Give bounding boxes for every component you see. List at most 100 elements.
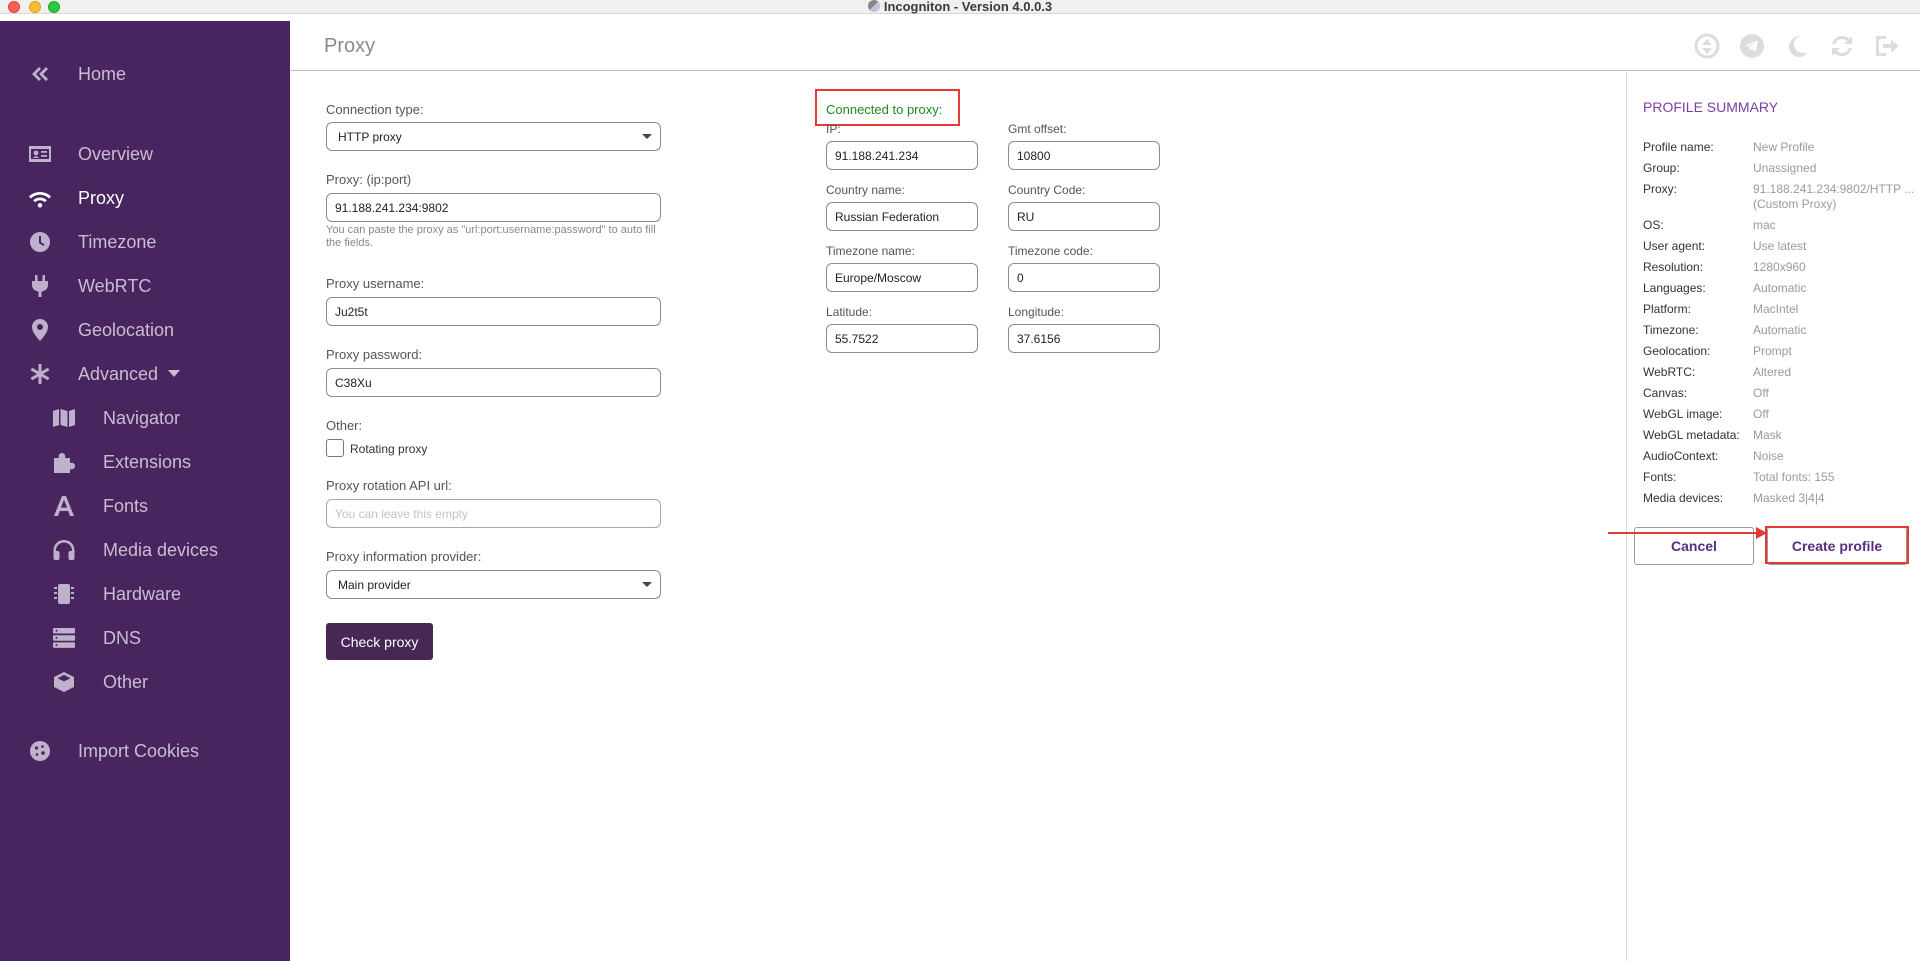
annotation-arrow — [1608, 532, 1760, 534]
summary-value: Use latest — [1753, 239, 1807, 253]
sidebar-item-advanced[interactable]: Advanced — [0, 357, 290, 391]
sidebar-item-webrtc[interactable]: WebRTC — [0, 269, 290, 303]
summary-value: Prompt — [1753, 344, 1792, 358]
cookie-icon — [27, 738, 53, 764]
recycle-icon[interactable] — [1693, 32, 1721, 60]
sidebar-item-media-devices[interactable]: Media devices — [0, 533, 290, 567]
summary-key: AudioContext: — [1643, 449, 1719, 463]
summary-key: Timezone: — [1643, 323, 1699, 337]
country-code-input[interactable]: RU — [1008, 202, 1160, 231]
summary-value: Off — [1753, 407, 1769, 421]
headphones-icon — [51, 537, 77, 563]
sidebar-item-label: Timezone — [78, 231, 157, 252]
highlight-box — [815, 89, 960, 126]
timezone-name-input[interactable]: Europe/Moscow — [826, 263, 978, 292]
sidebar-item-label: DNS — [103, 627, 142, 648]
summary-value: Noise — [1753, 449, 1784, 463]
summary-key: Profile name: — [1643, 140, 1714, 154]
sidebar-item-label: Geolocation — [78, 319, 175, 340]
longitude-input[interactable]: 37.6156 — [1008, 324, 1160, 353]
latitude-input[interactable]: 55.7522 — [826, 324, 978, 353]
sidebar-item-timezone[interactable]: Timezone — [0, 225, 290, 259]
logout-icon[interactable] — [1873, 32, 1901, 60]
map-icon — [51, 405, 77, 431]
proxy-password-input[interactable]: C38Xu — [326, 368, 661, 397]
info-provider-select[interactable]: Main provider — [326, 570, 661, 599]
sidebar-item-extensions[interactable]: Extensions — [0, 445, 290, 479]
sidebar-item-dns[interactable]: DNS — [0, 621, 290, 655]
summary-key: Languages: — [1643, 281, 1706, 295]
connection-type-label: Connection type: — [326, 102, 424, 117]
page-title: Proxy — [324, 35, 376, 57]
summary-value: Mask — [1753, 428, 1782, 442]
sidebar-item-navigator[interactable]: Navigator — [0, 401, 290, 435]
sidebar-item-label: Hardware — [103, 583, 182, 604]
rotating-proxy-checkbox[interactable] — [326, 439, 344, 457]
gmt-offset-value: 10800 — [1017, 148, 1051, 163]
page-header: Proxy — [290, 14, 1920, 71]
sidebar-item-import-cookies[interactable]: Import Cookies — [0, 734, 290, 768]
sidebar-item-overview[interactable]: Overview — [0, 137, 290, 171]
sidebar-item-geolocation[interactable]: Geolocation — [0, 313, 290, 347]
asterisk-icon — [27, 361, 53, 387]
proxy-password-label: Proxy password: — [326, 347, 423, 362]
sidebar-item-label: Extensions — [103, 451, 192, 472]
ip-input[interactable]: 91.188.241.234 — [826, 141, 978, 170]
sidebar-item-label: WebRTC — [78, 275, 152, 296]
arrow-head-icon — [1756, 527, 1767, 539]
moon-icon[interactable] — [1783, 32, 1811, 60]
profile-summary-title: PROFILE SUMMARY — [1643, 99, 1779, 115]
proxy-username-label: Proxy username: — [326, 276, 425, 291]
country-code-value: RU — [1017, 209, 1035, 224]
sidebar-item-label: Media devices — [103, 539, 219, 560]
summary-key: WebGL image: — [1643, 407, 1723, 421]
timezone-code-input[interactable]: 0 — [1008, 263, 1160, 292]
double-chevron-left-icon — [27, 61, 53, 87]
check-proxy-button[interactable]: Check proxy — [326, 623, 433, 660]
caret-down-icon — [168, 369, 181, 377]
proxy-address-input[interactable]: 91.188.241.234:9802 — [326, 193, 661, 222]
map-pin-icon — [27, 317, 53, 343]
summary-value: Masked 3|4|4 — [1753, 491, 1825, 505]
timezone-code-value: 0 — [1017, 270, 1024, 285]
summary-value: 91.188.241.234:9802/HTTP ... — [1753, 182, 1915, 196]
gmt-offset-input[interactable]: 10800 — [1008, 141, 1160, 170]
telegram-icon[interactable] — [1738, 32, 1766, 60]
window-title: Incogniton - Version 4.0.0.3 — [883, 0, 1053, 14]
wifi-icon — [27, 185, 53, 211]
summary-key: Platform: — [1643, 302, 1692, 316]
proxy-username-value: Ju2t5t — [335, 304, 368, 319]
sidebar-item-label: Navigator — [103, 407, 181, 428]
timezone-name-label: Timezone name: — [826, 244, 915, 258]
ip-label: IP: — [826, 122, 841, 136]
info-provider-label: Proxy information provider: — [326, 549, 482, 564]
summary-value: Altered — [1753, 365, 1792, 379]
summary-key: OS: — [1643, 218, 1664, 232]
rotation-api-placeholder: You can leave this empty — [335, 506, 468, 521]
summary-key: User agent: — [1643, 239, 1706, 253]
country-name-input[interactable]: Russian Federation — [826, 202, 978, 231]
sidebar-item-proxy[interactable]: Proxy — [0, 181, 290, 215]
connection-type-select[interactable]: HTTP proxy — [326, 122, 661, 151]
sidebar-item-hardware[interactable]: Hardware — [0, 577, 290, 611]
summary-key: Resolution: — [1643, 260, 1704, 274]
window-titlebar: Incogniton - Version 4.0.0.3 — [0, 0, 1920, 14]
chip-icon — [51, 581, 77, 607]
summary-key: Media devices: — [1643, 491, 1724, 505]
summary-value: Automatic — [1753, 281, 1807, 295]
sync-icon[interactable] — [1828, 32, 1856, 60]
summary-key: WebRTC: — [1643, 365, 1696, 379]
ip-value: 91.188.241.234 — [835, 148, 919, 163]
rotation-api-input[interactable]: You can leave this empty — [326, 499, 661, 528]
sidebar-item-other[interactable]: Other — [0, 665, 290, 699]
connection-type-value: HTTP proxy — [338, 129, 402, 144]
gmt-offset-label: Gmt offset: — [1008, 122, 1067, 136]
sidebar-item-label: Proxy — [78, 187, 125, 208]
sidebar-item-label: Other — [103, 671, 149, 692]
summary-key: Proxy: — [1643, 182, 1678, 196]
proxy-paste-hint: You can paste the proxy as "url:port:use… — [326, 224, 656, 249]
summary-value: 1280x960 — [1753, 260, 1806, 274]
sidebar-item-home[interactable]: Home — [0, 57, 290, 91]
sidebar-item-fonts[interactable]: Fonts — [0, 489, 290, 523]
proxy-username-input[interactable]: Ju2t5t — [326, 297, 661, 326]
